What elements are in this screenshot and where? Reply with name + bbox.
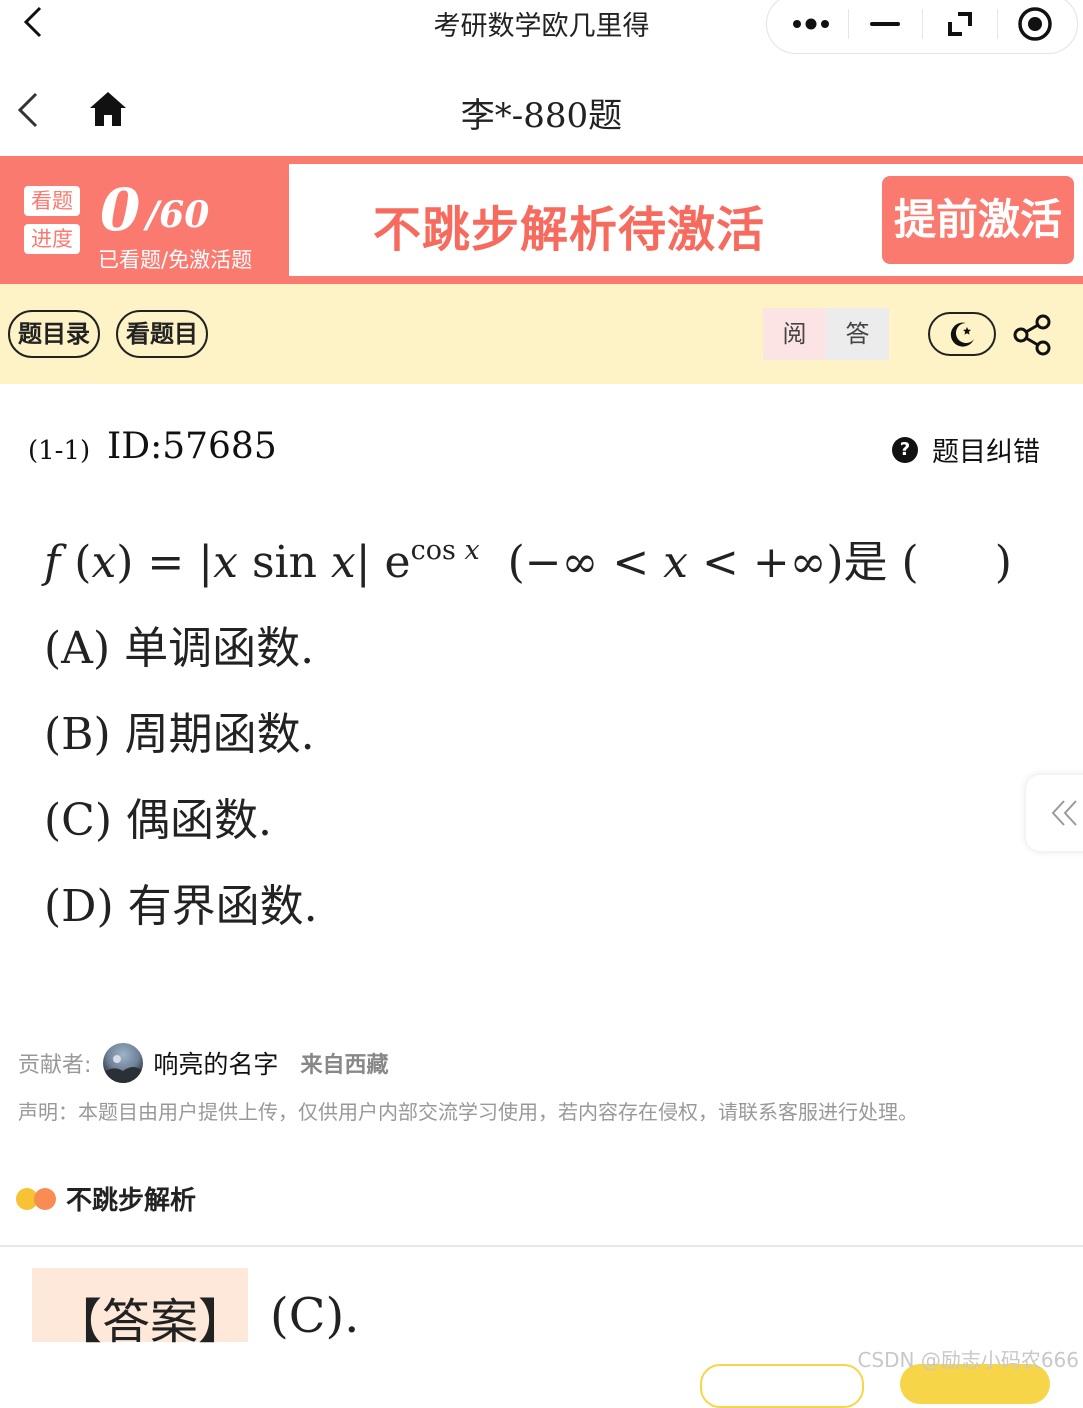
record-circle-icon[interactable] [997, 0, 1073, 53]
contributor-row: 贡献者: 响亮的名字 来自西藏 [18, 1042, 388, 1084]
answer-label: 【答案】 [54, 1294, 247, 1350]
watermark: CSDN @励志小码农666 [857, 1348, 1079, 1372]
moon-icon [950, 322, 974, 347]
bottom-button-left[interactable] [700, 1364, 864, 1408]
mode-switch: 阅 答 [763, 308, 889, 360]
question-mark-icon: ? [892, 436, 918, 463]
question-toolbar: 题目录 看题目 阅 答 [0, 284, 1083, 384]
contributor-source: 来自西藏 [300, 1053, 389, 1078]
report-error-button[interactable]: ? 题目纠错 [892, 430, 1040, 469]
double-chevron-left-icon [1051, 800, 1077, 826]
progress-total: /60 [146, 194, 210, 236]
question-number: (1-1) [28, 436, 91, 466]
option-text: 有界函数. [127, 881, 318, 932]
pending-activation-text: 不跳步解析待激活 [373, 202, 766, 258]
answer-label-box: 【答案】 [32, 1268, 248, 1350]
top-bar: 考研数学欧几里得 [0, 0, 1083, 58]
catalog-button[interactable]: 题目录 [8, 310, 100, 358]
question-stem: f (x) = |x sin x| ecos x (−∞ < x < +∞)是 … [44, 535, 1012, 588]
option-label: (C) [44, 795, 112, 846]
share-icon[interactable] [1012, 314, 1054, 356]
capsule-menu [766, 0, 1078, 54]
option-label: (A) [44, 623, 111, 674]
activate-button[interactable]: 提前激活 [882, 176, 1074, 264]
option-d[interactable]: (D) 有界函数. [44, 870, 318, 934]
stem-close: ) [994, 537, 1012, 588]
minimize-icon[interactable] [847, 0, 923, 53]
report-error-label: 题目纠错 [932, 437, 1040, 468]
option-a[interactable]: (A) 单调函数. [44, 612, 314, 676]
option-text: 周期函数. [124, 709, 315, 760]
contributor-name[interactable]: 响亮的名字 [153, 1045, 278, 1081]
mode-answer-tab[interactable]: 答 [826, 308, 889, 360]
contributor-label: 贡献者: [18, 1053, 92, 1078]
restore-icon[interactable] [922, 0, 998, 53]
progress-count: 0 [100, 176, 141, 244]
more-dots-icon[interactable] [773, 0, 849, 53]
analysis-title: 不跳步解析 [66, 1186, 197, 1216]
progress-tag-bottom: 进度 [24, 224, 80, 254]
page-header: 李*-880题 [0, 64, 1083, 156]
orange-dot-icon [34, 1187, 56, 1210]
analysis-section-header: 不跳步解析 [16, 1180, 196, 1217]
page-title: 李*-880题 [460, 96, 623, 136]
view-question-button[interactable]: 看题目 [116, 310, 208, 358]
option-c[interactable]: (C) 偶函数. [44, 784, 272, 848]
divider [0, 1245, 1083, 1247]
option-label: (B) [44, 709, 111, 760]
progress-tag-top: 看题 [24, 186, 80, 216]
option-b[interactable]: (B) 周期函数. [44, 698, 315, 762]
mode-read-tab[interactable]: 阅 [763, 308, 826, 360]
stem-suffix: 是 ( [843, 537, 919, 588]
activation-banner: 看题 进度 0 /60 已看题/免激活题 不跳步解析待激活 提前激活 [0, 156, 1083, 284]
option-text: 单调函数. [124, 623, 315, 674]
progress-caption: 已看题/免激活题 [98, 248, 253, 272]
side-drawer-handle[interactable] [1026, 775, 1083, 851]
avatar[interactable] [103, 1043, 144, 1083]
answer-value: (C). [270, 1288, 360, 1344]
night-mode-toggle[interactable] [928, 312, 996, 356]
copyright-notice: 声明：本题目由用户提供上传，仅供用户内部交流学习使用，若内容存在侵权，请联系客服… [18, 1100, 918, 1124]
option-text: 偶函数. [126, 795, 272, 846]
option-label: (D) [44, 881, 114, 932]
question-id: ID:57685 [107, 426, 277, 467]
